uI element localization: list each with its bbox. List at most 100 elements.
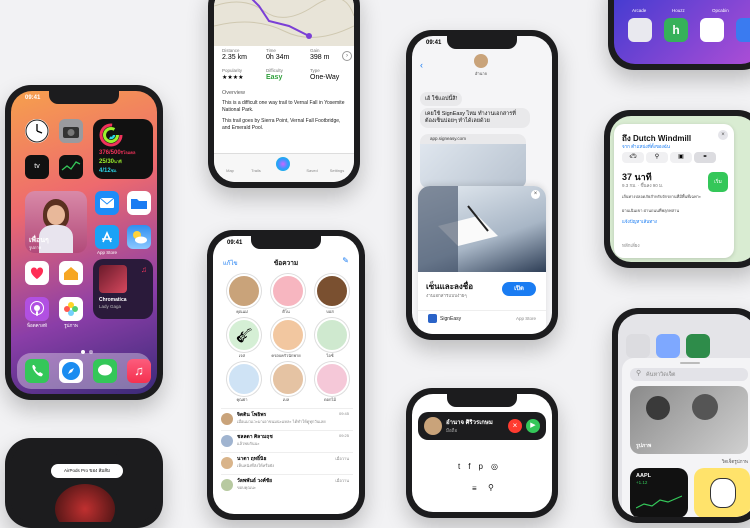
trail-map[interactable] — [214, 0, 354, 46]
avatar — [221, 479, 233, 491]
menu-icon[interactable]: ≡ — [472, 484, 477, 493]
app-clip-card[interactable]: × เซ็นและลงชื่อ งานเอกสารแบบง่ายๆ เปิด S… — [418, 186, 546, 334]
pinned-avatar[interactable] — [227, 362, 261, 396]
popularity-label: Popularity — [222, 68, 243, 73]
directions-from[interactable]: จาก ตำแหน่งที่ตั้งของฉัน — [622, 143, 670, 150]
widget-caption: วิดเจ็ตรูปภาพ — [721, 459, 748, 464]
health-icon[interactable] — [25, 261, 49, 285]
chevron-right-icon[interactable]: › — [342, 51, 352, 61]
search-icon[interactable]: ⚲ — [488, 483, 494, 492]
messages-icon[interactable] — [93, 359, 117, 383]
app-store-link[interactable]: App Store — [516, 316, 536, 321]
pinned-avatar[interactable] — [315, 318, 349, 352]
pinned-name: คุณย่า — [236, 397, 248, 402]
compose-icon[interactable]: ✎ — [342, 256, 349, 265]
pinned-avatar[interactable] — [271, 274, 305, 308]
signing-photo — [418, 186, 498, 272]
close-icon[interactable]: × — [531, 190, 540, 199]
phone-icon[interactable] — [25, 359, 49, 383]
go-button[interactable]: เริ่ม — [708, 172, 728, 192]
apple-tv-icon[interactable]: tv — [25, 155, 49, 179]
facebook-icon[interactable]: f — [468, 462, 478, 471]
app-store-icon[interactable] — [95, 225, 119, 249]
messages-title: ข้อความ — [273, 260, 299, 267]
bike-icon[interactable]: ⚭ — [694, 152, 716, 163]
overview-text-2: This trail goes by Sierra Point, Vernal … — [222, 118, 341, 131]
accept-video-button[interactable]: ▶ — [526, 419, 540, 433]
trail-tab-bar: Map Trails Saved Settings — [214, 153, 354, 182]
widget-search[interactable]: ⚲ ค้นหาวิดเจ็ต — [630, 368, 748, 381]
app-icon[interactable] — [686, 334, 710, 358]
airpods-banner[interactable]: AirPods Pro ของ ส้มส้ม — [51, 464, 123, 478]
podcasts-icon[interactable] — [25, 297, 49, 321]
siri-icon[interactable] — [276, 157, 290, 171]
decline-button[interactable]: × — [508, 419, 522, 433]
pinned-avatar[interactable]: 🎸︎ — [227, 318, 261, 352]
music-widget[interactable]: ♫ Chromatica Lady Gaga — [93, 259, 153, 319]
conversation-row[interactable]: วัลพพันธ์ วงศ์ชัย เมื่อวาน ขอบคุณนะ — [221, 474, 353, 495]
tab-map[interactable]: Map — [220, 168, 240, 173]
photo-widget-preview[interactable]: รูปภาพ — [630, 386, 748, 454]
widgets-screen: ⚲ ค้นหาวิดเจ็ต รูปภาพ วิดเจ็ตรูปภาพ AAPL… — [618, 314, 750, 517]
gain-label: Gain — [310, 48, 320, 53]
caller-name: อำนาจ ศิริวรเกษม — [446, 420, 493, 426]
contact-avatar[interactable] — [474, 54, 488, 68]
home-app-icon[interactable] — [59, 261, 83, 285]
close-icon[interactable]: × — [718, 130, 728, 140]
photos-icon[interactable] — [59, 297, 83, 321]
tab-saved[interactable]: Saved — [302, 168, 322, 173]
app-icon[interactable] — [656, 334, 680, 358]
pinned-avatar[interactable] — [227, 274, 261, 308]
stocks-icon[interactable] — [59, 155, 83, 179]
transit-icon[interactable]: ▣ — [670, 152, 692, 163]
exercise-value: 25/30 — [99, 159, 115, 165]
houzz-icon[interactable]: h — [664, 18, 688, 42]
camera-icon[interactable] — [59, 119, 83, 143]
stand-value: 4/12 — [99, 168, 111, 174]
weather-icon[interactable] — [127, 225, 151, 249]
app-label: Houzz — [672, 8, 685, 13]
instagram-icon[interactable]: ◎ — [491, 462, 506, 471]
stock-widget[interactable]: AAPL +1.12 — [630, 468, 688, 517]
pinned-avatar[interactable] — [271, 362, 305, 396]
conversation-row[interactable]: นาตา ฤทธิ์นิธ เมื่อวาน เห็นหนังที่ส่งให้… — [221, 452, 353, 473]
status-time: 09:41 — [227, 240, 243, 246]
sticker-widget[interactable] — [694, 468, 750, 517]
widget-sheet: ⚲ ค้นหาวิดเจ็ต รูปภาพ วิดเจ็ตรูปภาพ AAPL… — [622, 358, 750, 517]
avoid-link[interactable]: หลีกเลี่ยง — [622, 242, 640, 249]
conversation-row[interactable]: ชลลดา ศิลามฤช 09:25 แล้วพบกันนะ — [221, 430, 353, 451]
pinterest-icon[interactable]: p — [479, 462, 491, 471]
pinned-avatar[interactable] — [315, 362, 349, 396]
mail-icon[interactable] — [95, 191, 119, 215]
clock-icon[interactable] — [25, 119, 49, 143]
open-button[interactable]: เปิด — [502, 282, 536, 296]
conversation-row[interactable]: จิตติน โพธิพร 09:45 เมื่อแมวแวะมาเอาขนมน… — [221, 408, 353, 429]
tab-trails[interactable]: Trails — [246, 168, 266, 173]
walk-icon[interactable]: ⚲ — [646, 152, 668, 163]
conversation-time: เมื่อวาน — [335, 478, 349, 483]
link-preview-card[interactable]: app.signeasy.com — [420, 134, 526, 188]
app-icon[interactable] — [736, 18, 750, 42]
photo-widget[interactable]: เพื่อนๆ รูปภาพ — [25, 191, 87, 253]
conversation-preview: ขอบคุณนะ — [237, 485, 256, 490]
car-icon[interactable]: 🚗︎ — [622, 152, 644, 163]
notch — [251, 236, 321, 249]
tab-settings[interactable]: Settings — [326, 168, 348, 173]
exercise-unit: นาที — [114, 159, 122, 164]
type-value: One-Way — [310, 74, 340, 81]
app-icon[interactable] — [628, 18, 652, 42]
music-app-icon[interactable]: ♫ — [127, 359, 151, 383]
app-icon[interactable] — [626, 334, 650, 358]
fitness-widget[interactable]: 376/500กิโลแคล 25/30นาที 4/12ชม. — [93, 119, 153, 179]
app-label: Opcabin — [712, 8, 729, 13]
report-link[interactable]: แจ้งปัญหาเส้นทาง — [622, 218, 657, 225]
pinned-avatar[interactable] — [315, 274, 349, 308]
files-icon[interactable] — [127, 191, 151, 215]
call-banner[interactable]: อำนาจ ศิริวรเกษม มือถือ × ▶ — [418, 412, 546, 440]
twitter-icon[interactable]: t — [458, 462, 468, 471]
safari-icon[interactable] — [59, 359, 83, 383]
app-icon[interactable] — [700, 18, 724, 42]
pinned-avatar[interactable] — [271, 318, 305, 352]
back-chevron-icon[interactable]: ‹ — [420, 60, 423, 70]
photo-widget-caption: รูปภาพ — [636, 443, 652, 449]
